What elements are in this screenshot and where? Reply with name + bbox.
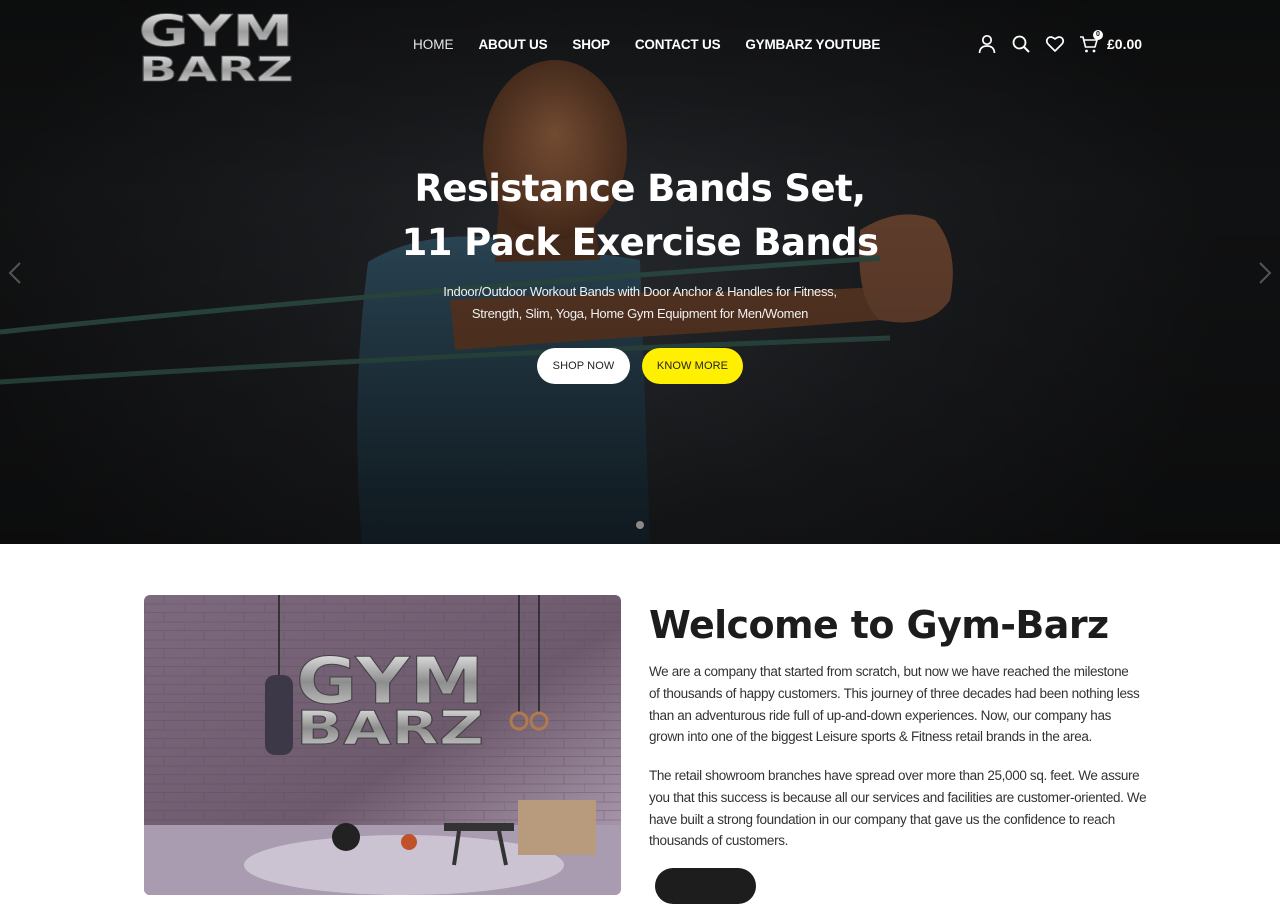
nav-about-us[interactable]: ABOUT US <box>479 36 548 54</box>
search-icon[interactable] <box>1009 32 1033 56</box>
heart-icon[interactable] <box>1043 32 1067 56</box>
cart-count-badge: 0 <box>1093 30 1103 40</box>
know-more-button[interactable]: KNOW MORE <box>642 348 743 384</box>
nav-contact-us[interactable]: CONTACT US <box>635 36 721 54</box>
slider-next-arrow[interactable] <box>1254 258 1276 288</box>
nav-shop[interactable]: SHOP <box>572 36 610 54</box>
welcome-p2-line: The retail showroom branches have spread… <box>649 768 1140 783</box>
hero-title-line1: Resistance Bands Set, <box>414 167 866 210</box>
welcome-p1-line: We are a company that started from scrat… <box>649 664 1129 679</box>
nav-gymbarz-youtube[interactable]: GYMBARZ YOUTUBE <box>745 36 880 54</box>
hero-title-line2: 11 Pack Exercise Bands <box>401 221 879 264</box>
gymbarz-logo[interactable]: GYM BARZ <box>136 6 296 86</box>
shop-now-button[interactable]: SHOP NOW <box>537 348 630 384</box>
welcome-p1-line: than an adventurous ride full of up-and-… <box>649 707 1111 723</box>
welcome-title: Welcome to Gym-Barz <box>649 603 1109 647</box>
cart-total[interactable]: £0.00 <box>1107 36 1142 52</box>
gym-interior-illustration: GYM BARZ <box>144 595 621 895</box>
welcome-gym-image: GYM BARZ <box>144 595 621 895</box>
hero-subtitle-line2: Strength, Slim, Yoga, Home Gym Equipment… <box>471 306 809 321</box>
hero-subtitle: Indoor/Outdoor Workout Bands with Door A… <box>380 281 900 325</box>
welcome-cta-button[interactable] <box>655 868 756 904</box>
user-icon[interactable] <box>975 32 999 56</box>
cart-icon[interactable]: 0 <box>1077 30 1103 56</box>
welcome-paragraph-1: We are a company that started from scrat… <box>649 661 1159 748</box>
welcome-paragraph-2: The retail showroom branches have spread… <box>649 765 1159 852</box>
welcome-p1-line: of thousands of happy customers. This jo… <box>649 685 1140 701</box>
nav-home[interactable]: HOME <box>413 36 454 54</box>
welcome-p1-line: grown into one of the biggest Leisure sp… <box>649 729 1092 745</box>
hero-slider: GYM BARZ HOME ABOUT US SHOP CONTACT US G… <box>0 0 1280 544</box>
logo-text-barz: BARZ <box>139 50 294 86</box>
hero-title: Resistance Bands Set, 11 Pack Exercise B… <box>340 162 940 270</box>
welcome-p2-line: you that this success is because all our… <box>649 789 1147 805</box>
welcome-p2-line: thousands of customers. <box>649 833 789 849</box>
welcome-logo-barz: BARZ <box>296 701 484 755</box>
slider-dot[interactable] <box>636 521 644 529</box>
welcome-p2-line: have built a strong foundation in our co… <box>649 811 1115 827</box>
hero-subtitle-line1: Indoor/Outdoor Workout Bands with Door A… <box>443 284 837 299</box>
main-nav: HOME ABOUT US SHOP CONTACT US GYMBARZ YO… <box>413 36 880 54</box>
header-actions: 0 £0.00 <box>975 30 1142 56</box>
slider-prev-arrow[interactable] <box>4 258 26 288</box>
